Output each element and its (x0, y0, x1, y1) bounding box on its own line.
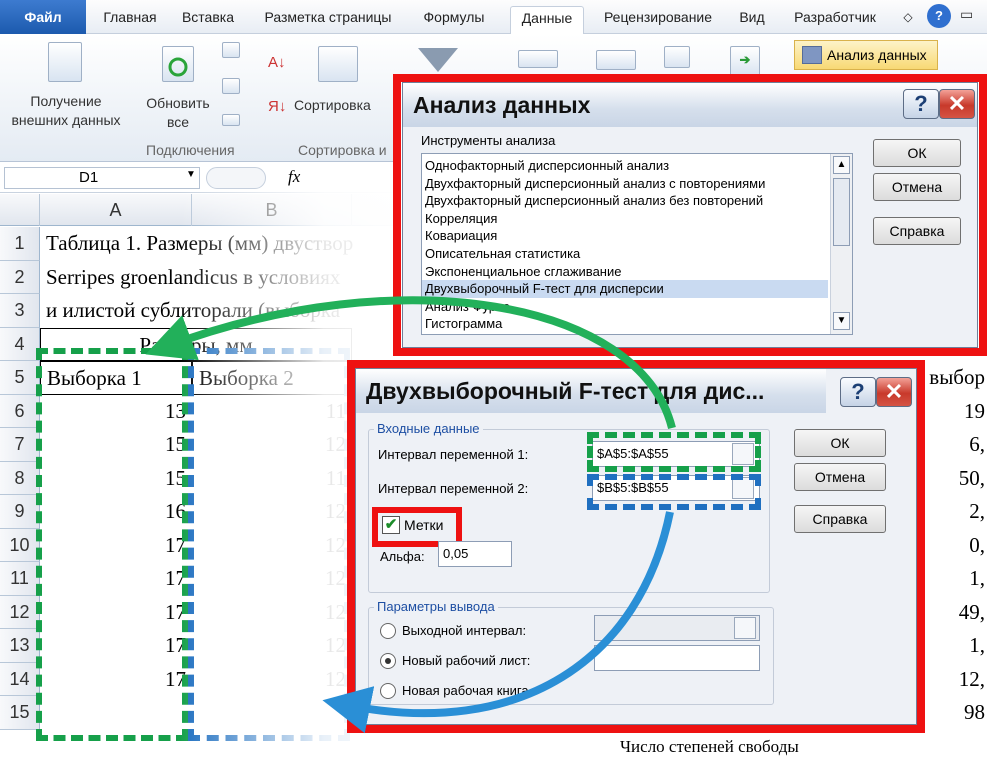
annotation-arrows (0, 0, 987, 741)
blue-arrow (346, 512, 670, 713)
green-arrow (168, 300, 672, 428)
